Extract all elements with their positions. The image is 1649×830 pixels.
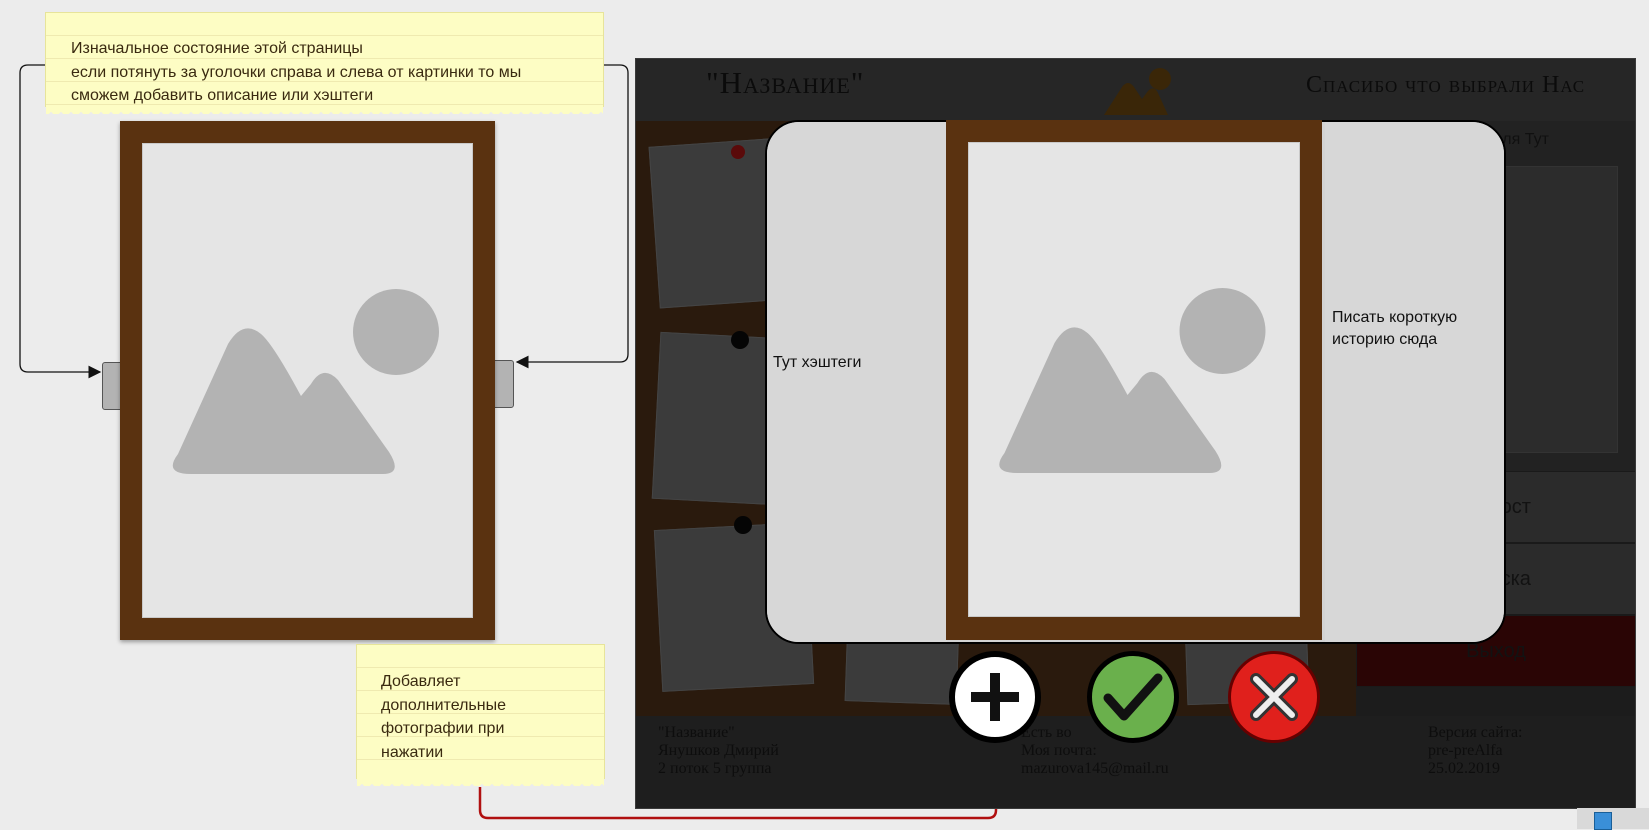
red-pin-icon <box>731 145 745 159</box>
app-icon[interactable] <box>1594 812 1612 830</box>
story-label-line: Писать короткую <box>1332 309 1458 326</box>
story-label-line: историю сюда <box>1332 331 1438 348</box>
footer-text: "Название" <box>658 724 735 741</box>
story-label: Писать короткую историю сюда <box>1332 307 1457 351</box>
thanks-text: Спасибо что выбрали Нас <box>1306 72 1586 98</box>
annotation-note-bottom: Добавляет дополнительные фотографии при … <box>356 644 605 786</box>
footer-text: Моя почта: <box>1021 742 1097 759</box>
confirm-button[interactable] <box>1087 651 1179 743</box>
taskbar-corner <box>1577 808 1649 830</box>
note-line: фотографии при <box>381 720 505 737</box>
footer-text: 2 поток 5 группа <box>658 760 772 777</box>
note-line: Добавляет <box>381 673 461 690</box>
story-panel[interactable]: Писать короткую историю сюда <box>1325 122 1504 642</box>
footer-col-1: "Название" Янушков Дмирий 2 поток 5 груп… <box>658 724 779 778</box>
footer-text: Янушков Дмирий <box>658 742 779 759</box>
site-title: "Название" <box>706 65 865 100</box>
footer-text: 25.02.2019 <box>1428 760 1500 777</box>
black-pin-icon <box>734 516 752 534</box>
note-line: нажатии <box>381 743 444 761</box>
note-line: если потянуть за уголочки справа и слева… <box>71 63 522 81</box>
footer-text: pre-preAlfa <box>1428 742 1503 759</box>
image-placeholder <box>142 143 473 618</box>
hashtags-panel[interactable]: Тут хэштеги <box>767 122 947 642</box>
logo-icon <box>1104 68 1171 115</box>
annotation-note-top: Изначальное состояние этой страницы если… <box>45 12 604 114</box>
note-line: сможем добавить описание или хэштеги <box>71 87 374 104</box>
check-icon <box>1103 673 1163 721</box>
expanded-picture-frame <box>946 120 1322 640</box>
close-icon <box>1250 673 1298 721</box>
hashtags-label: Тут хэштеги <box>773 354 862 371</box>
note-line: Изначальное состояние этой страницы <box>71 40 363 57</box>
image-placeholder-icon <box>999 288 1266 473</box>
footer-text: Версия сайта: <box>1428 724 1523 741</box>
site-header: "Название" Спасибо что выбрали Нас <box>636 59 1635 122</box>
note-line: дополнительные <box>381 696 506 714</box>
cancel-button[interactable] <box>1228 651 1320 743</box>
image-placeholder <box>968 142 1300 617</box>
picture-frame <box>120 121 495 640</box>
footer-col-3: Версия сайта: pre-preAlfa 25.02.2019 <box>1428 724 1523 778</box>
black-pin-icon <box>731 331 749 349</box>
add-photo-button[interactable] <box>949 651 1041 743</box>
footer-email-link[interactable]: mazurova145@mail.ru <box>1021 760 1169 778</box>
plus-icon <box>971 673 1019 721</box>
image-placeholder-icon <box>172 289 439 474</box>
